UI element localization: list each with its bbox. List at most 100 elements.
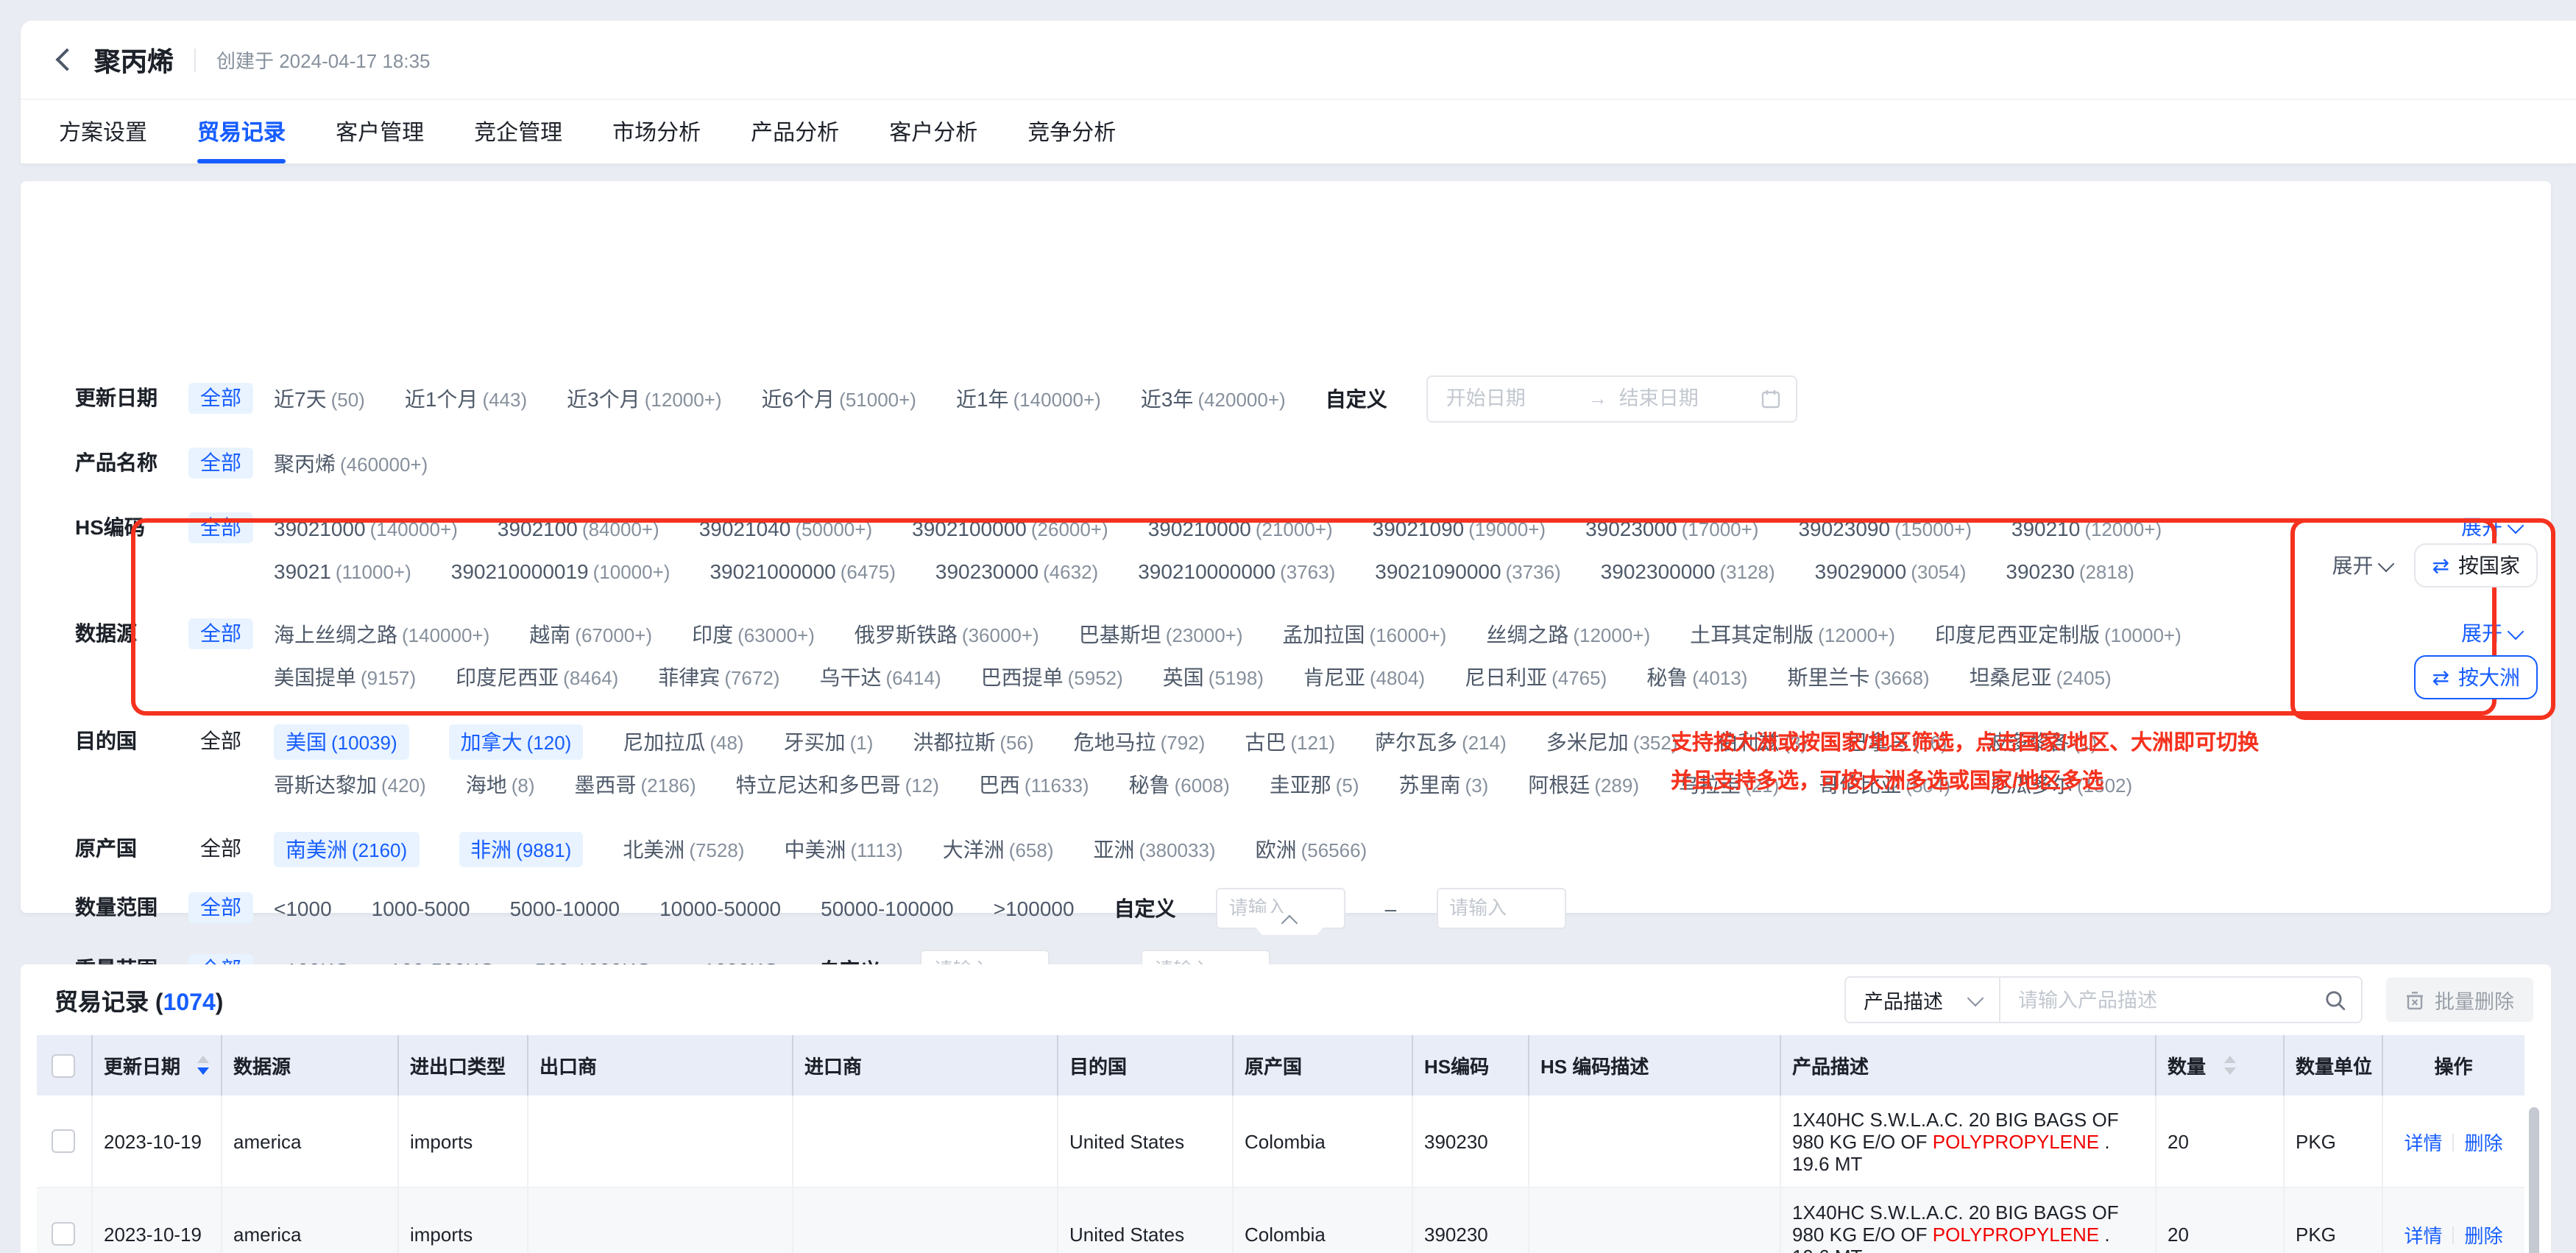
filter-option[interactable]: 39029000(3054) xyxy=(1815,559,1967,582)
filter-option[interactable]: 390230(2818) xyxy=(2006,559,2134,582)
filter-quantity-range-option-all[interactable]: 全部 xyxy=(188,892,253,923)
filter-option[interactable]: 39021(11000+) xyxy=(274,559,411,582)
filter-option[interactable]: 近1年(140000+) xyxy=(956,384,1101,413)
filter-option[interactable]: 39021090000(3736) xyxy=(1375,559,1560,582)
filter-option[interactable]: 39023090(15000+) xyxy=(1798,516,1971,540)
filter-option[interactable]: 美国(10039) xyxy=(274,724,409,759)
filter-option[interactable]: 5000-10000 xyxy=(510,896,620,920)
date-range-picker[interactable]: → xyxy=(1427,375,1798,422)
filter-option[interactable]: 1000-5000 xyxy=(372,896,470,920)
filter-update-date-custom[interactable]: 自定义 xyxy=(1326,384,1387,413)
filter-option[interactable]: 50000-100000 xyxy=(821,896,954,920)
start-date-input[interactable] xyxy=(1443,386,1579,411)
filter-option[interactable]: 39021090(19000+) xyxy=(1373,516,1546,540)
vertical-scrollbar[interactable] xyxy=(2529,1107,2539,1253)
filter-option[interactable]: 秘鲁(4013) xyxy=(1646,662,1747,691)
filter-option[interactable]: 洪都拉斯(56) xyxy=(913,727,1033,756)
by-continent-button[interactable]: ⇄ 按大洲 xyxy=(2415,655,2538,699)
filter-option[interactable]: 美国提单(9157) xyxy=(274,662,416,691)
filter-option[interactable]: 印度尼西亚(8464) xyxy=(456,662,618,691)
filter-option[interactable]: 近7天(50) xyxy=(274,384,365,413)
filter-option[interactable]: 3902100(84000+) xyxy=(498,516,659,540)
filter-option[interactable]: >100000 xyxy=(994,896,1075,920)
filter-option[interactable]: 3902100000(26000+) xyxy=(912,516,1108,540)
filter-data-source-option-all[interactable]: 全部 xyxy=(188,618,253,649)
delete-link[interactable]: 删除 xyxy=(2465,1224,2503,1246)
filter-option[interactable]: 亚洲(380033) xyxy=(1094,834,1216,864)
filter-quantity-range-custom[interactable]: 自定义 xyxy=(1114,893,1176,922)
filter-update-date-option-all[interactable]: 全部 xyxy=(188,383,253,414)
filter-origin-country-option-all[interactable]: 全部 xyxy=(188,833,253,864)
filter-option[interactable]: 英国(5198) xyxy=(1163,662,1264,691)
filter-option[interactable]: 大洋洲(658) xyxy=(943,834,1054,864)
filter-option[interactable]: 巴西(11633) xyxy=(979,769,1089,799)
filter-option[interactable]: 印度(63000+) xyxy=(692,619,815,649)
filter-option[interactable]: 北美洲(7528) xyxy=(623,834,744,864)
filter-option[interactable]: 中美洲(1113) xyxy=(784,834,902,864)
filter-option[interactable]: 390210000(21000+) xyxy=(1148,516,1333,540)
search-icon[interactable] xyxy=(2324,989,2346,1011)
filter-option[interactable]: 尼加拉瓜(48) xyxy=(623,727,743,756)
detail-link[interactable]: 详情 xyxy=(2404,1224,2442,1246)
filter-option[interactable]: 390210(12000+) xyxy=(2011,516,2162,540)
filter-option[interactable]: 39021000000(6475) xyxy=(710,559,895,582)
filter-option[interactable]: 近3年(420000+) xyxy=(1141,384,1286,413)
filter-option[interactable]: 乌干达(6414) xyxy=(819,662,941,691)
filter-option[interactable]: 肯尼亚(4804) xyxy=(1303,662,1425,691)
tab-方案设置[interactable]: 方案设置 xyxy=(59,100,147,163)
filter-option[interactable]: 近3个月(12000+) xyxy=(567,384,721,413)
tab-竞争分析[interactable]: 竞争分析 xyxy=(1027,100,1116,163)
filter-option[interactable]: 坦桑尼亚(2405) xyxy=(1970,662,2112,691)
filter-quantity-range-max-input[interactable] xyxy=(1436,887,1565,928)
filter-option[interactable]: 39021000(140000+) xyxy=(274,516,458,540)
expand-destination-link[interactable]: 展开 xyxy=(2332,551,2393,580)
filter-option[interactable]: 斯里兰卡(3668) xyxy=(1787,662,1929,691)
tab-竞企管理[interactable]: 竞企管理 xyxy=(474,100,562,163)
end-date-input[interactable] xyxy=(1616,386,1752,411)
filter-option[interactable]: 阿根廷(289) xyxy=(1528,769,1639,799)
filter-option[interactable]: 孟加拉国(16000+) xyxy=(1283,619,1447,649)
filter-option[interactable]: 近6个月(51000+) xyxy=(762,384,916,413)
filter-option[interactable]: 土耳其定制版(12000+) xyxy=(1690,619,1895,649)
search-field-select[interactable]: 产品描述 xyxy=(1846,978,2000,1022)
select-all-checkbox[interactable] xyxy=(52,1054,76,1078)
filter-option[interactable]: 尼日利亚(4765) xyxy=(1465,662,1607,691)
filter-option[interactable]: 危地马拉(792) xyxy=(1074,727,1206,756)
filter-option[interactable]: 南美洲(2160) xyxy=(274,831,419,866)
filter-option[interactable]: 丝绸之路(12000+) xyxy=(1486,619,1650,649)
filter-option[interactable]: 39023000(17000+) xyxy=(1585,516,1758,540)
filter-option[interactable]: 巴基斯坦(23000+) xyxy=(1079,619,1243,649)
tab-产品分析[interactable]: 产品分析 xyxy=(751,100,839,163)
tab-客户分析[interactable]: 客户分析 xyxy=(889,100,977,163)
filter-option[interactable]: 秘鲁(6008) xyxy=(1129,769,1230,799)
filter-option[interactable]: 菲律宾(7672) xyxy=(658,662,779,691)
tab-客户管理[interactable]: 客户管理 xyxy=(336,100,424,163)
search-input[interactable] xyxy=(2015,987,2313,1012)
filter-option[interactable]: 印度尼西亚定制版(10000+) xyxy=(1935,619,2182,649)
filter-option[interactable]: 古巴(121) xyxy=(1245,727,1335,756)
filter-destination-country-option-all[interactable]: 全部 xyxy=(188,726,253,757)
filter-option[interactable]: 越南(67000+) xyxy=(529,619,652,649)
row-checkbox[interactable] xyxy=(52,1130,76,1154)
filter-option[interactable]: 海上丝绸之路(140000+) xyxy=(274,619,489,649)
filter-option[interactable]: 3902300000(3128) xyxy=(1601,559,1775,582)
filter-option[interactable]: 加拿大(120) xyxy=(449,724,584,759)
filter-option[interactable]: 圭亚那(5) xyxy=(1270,769,1359,799)
filter-option[interactable]: 墨西哥(2186) xyxy=(575,769,696,799)
batch-delete-button[interactable]: 批量删除 xyxy=(2386,978,2533,1022)
filter-option[interactable]: 俄罗斯铁路(36000+) xyxy=(854,619,1039,649)
filter-option[interactable]: 近1个月(443) xyxy=(405,384,527,413)
sort-control[interactable] xyxy=(2215,1056,2235,1075)
delete-link[interactable]: 删除 xyxy=(2465,1132,2503,1154)
back-icon[interactable] xyxy=(55,48,78,71)
filter-option[interactable]: 海地(8) xyxy=(466,769,535,799)
filter-option[interactable]: 巴西提单(5952) xyxy=(981,662,1123,691)
filter-option[interactable]: 390210000000(3763) xyxy=(1138,559,1335,582)
filter-hs-code-option-all[interactable]: 全部 xyxy=(188,512,253,543)
filter-option[interactable]: 苏里南(3) xyxy=(1399,769,1489,799)
filter-option[interactable]: <1000 xyxy=(274,896,332,920)
filter-option[interactable]: 390210000019(10000+) xyxy=(451,559,670,582)
filter-option[interactable]: 哥斯达黎加(420) xyxy=(274,769,426,799)
sort-control[interactable] xyxy=(188,1056,208,1075)
filter-option[interactable]: 特立尼达和多巴哥(12) xyxy=(736,769,939,799)
